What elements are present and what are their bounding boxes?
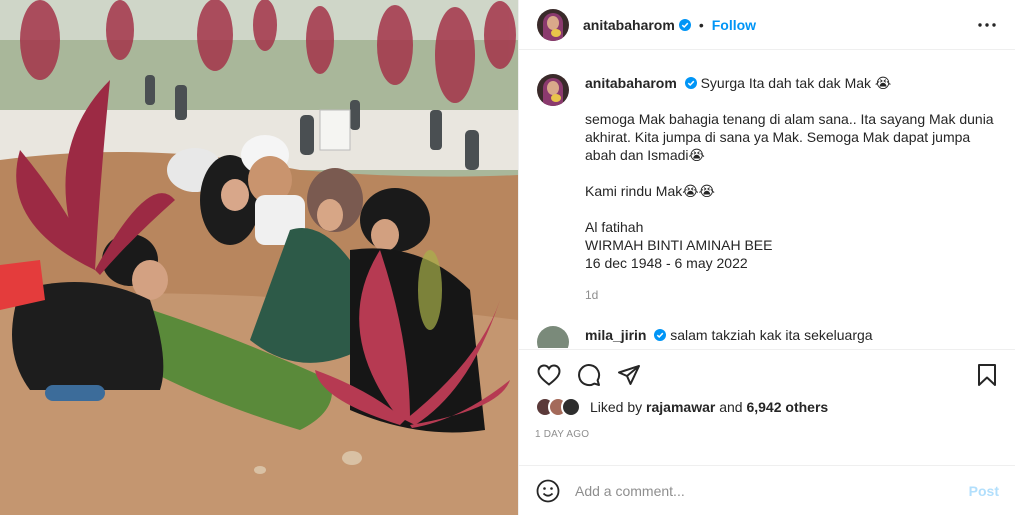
like-button[interactable]: [535, 361, 563, 389]
likes-and: and: [719, 399, 743, 415]
comment-button[interactable]: [575, 361, 603, 389]
comments-section[interactable]: anitabaharom Syurga Ita dah tak dak Mak …: [519, 58, 1015, 348]
comment-input[interactable]: [575, 482, 969, 499]
emoji-icon: [536, 479, 560, 502]
liker-username[interactable]: rajamawar: [646, 399, 715, 415]
comment-item: mila_jirin salam takziah kak ita sekelua…: [537, 326, 997, 348]
verified-icon: [684, 77, 697, 89]
caption-paragraph-1: semoga Mak bahagia tenang di alam sana..…: [585, 111, 994, 163]
caption-line-3: 16 dec 1948 - 6 may 2022: [585, 255, 748, 271]
add-comment-bar: Post: [519, 465, 1015, 515]
caption-paragraph-2: Kami rindu Mak😭😭: [585, 183, 715, 199]
separator-dot: •: [698, 16, 704, 33]
liker-avatars: [535, 397, 581, 417]
heart-icon: [537, 364, 561, 386]
follow-button[interactable]: Follow: [712, 17, 756, 33]
caption-title: Syurga Ita dah tak dak Mak 😭: [700, 75, 892, 91]
caption-time[interactable]: 1d: [585, 286, 995, 304]
avatar: [561, 397, 581, 417]
share-icon: [618, 365, 640, 385]
verified-icon: [654, 329, 667, 341]
caption-avatar[interactable]: [537, 74, 569, 106]
header-username[interactable]: anitabaharom: [583, 17, 675, 33]
post-header: anitabaharom • Follow: [519, 0, 1015, 50]
caption-line-2: WIRMAH BINTI AMINAH BEE: [585, 237, 773, 253]
comment-text: salam takziah kak ita sekeluarga: [670, 327, 873, 343]
emoji-button[interactable]: [535, 478, 561, 504]
save-button[interactable]: [973, 361, 1001, 389]
post-photo[interactable]: [0, 0, 518, 515]
post-date[interactable]: 1 DAY AGO: [535, 429, 999, 440]
cemetery-photo-illustration: [0, 0, 518, 515]
caption: anitabaharom Syurga Ita dah tak dak Mak …: [537, 74, 997, 304]
likes-count[interactable]: 6,942 others: [746, 399, 828, 415]
more-options-button[interactable]: [975, 13, 999, 37]
comment-username[interactable]: mila_jirin: [585, 327, 646, 343]
caption-username[interactable]: anitabaharom: [585, 75, 677, 91]
caption-line-1: Al fatihah: [585, 219, 644, 235]
avatar[interactable]: [537, 8, 569, 41]
share-button[interactable]: [615, 361, 643, 389]
comment-body: mila_jirin salam takziah kak ita sekelua…: [585, 326, 995, 348]
save-icon: [978, 364, 996, 386]
comment-icon: [578, 364, 601, 387]
post-comment-button[interactable]: Post: [969, 483, 999, 499]
instagram-post-dialog: anitabaharom • Follow anitabaharom Syurg…: [0, 0, 1015, 515]
verified-icon: [678, 18, 691, 31]
caption-body: anitabaharom Syurga Ita dah tak dak Mak …: [585, 74, 995, 304]
post-actions: Liked by rajamawar and 6,942 others 1 DA…: [519, 349, 1015, 440]
caption-paragraph-3: Al fatihah WIRMAH BINTI AMINAH BEE 16 de…: [585, 218, 995, 272]
action-icons: [535, 350, 999, 400]
likes-summary[interactable]: Liked by rajamawar and 6,942 others: [535, 397, 999, 417]
commenter-avatar[interactable]: [537, 326, 569, 348]
post-side-panel: anitabaharom • Follow anitabaharom Syurg…: [518, 0, 1015, 515]
more-icon: [978, 22, 996, 27]
likes-prefix: Liked by: [590, 399, 643, 415]
